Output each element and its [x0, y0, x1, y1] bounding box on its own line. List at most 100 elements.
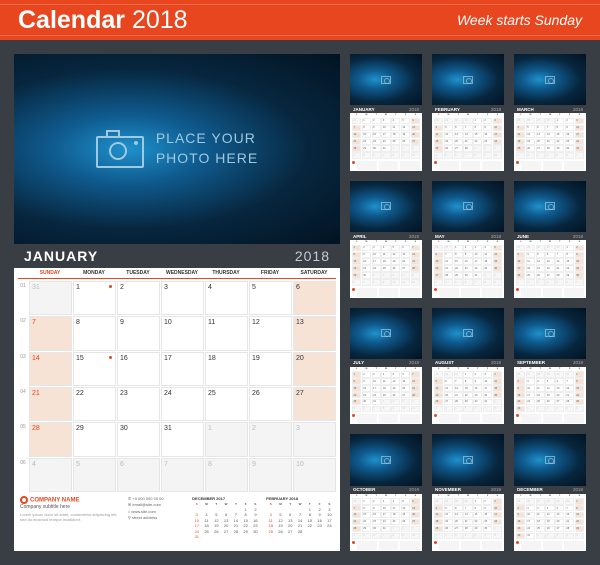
thumb-may[interactable]: MAY2018 SMTWTFS2930123456789101112131415…	[432, 181, 504, 298]
header-title: Calendar 2018	[18, 6, 188, 35]
calendar-cell[interactable]: 5	[73, 458, 116, 492]
calendar-cell[interactable]: 19	[249, 352, 292, 386]
thumb-photo	[432, 308, 504, 359]
calendar-cell[interactable]: 15	[73, 352, 116, 386]
calendar-cell[interactable]: 16	[117, 352, 160, 386]
calendar-cell[interactable]: 17	[161, 352, 204, 386]
mini-cell: 29	[241, 529, 250, 534]
mini-cell: 27	[221, 529, 230, 534]
thumb-title-bar: DECEMBER2018	[514, 486, 586, 494]
title-year: 2018	[132, 6, 188, 34]
thumb-footer	[350, 160, 422, 171]
day-header-cell: FRIDAY	[248, 270, 292, 276]
mini-cell: 9	[251, 512, 260, 517]
calendar-cell[interactable]: 10	[161, 316, 204, 350]
mini-cell: 5	[212, 512, 221, 517]
thumb-month-name: JANUARY	[353, 107, 375, 112]
calendar-cell[interactable]: 9	[249, 458, 292, 492]
calendar-cell[interactable]: 24	[161, 387, 204, 421]
calendar-cell[interactable]: 9	[117, 316, 160, 350]
thumb-july[interactable]: JULY2018 SMTWTFS123456789101112131415161…	[350, 308, 422, 425]
mini-cell: 17	[325, 518, 334, 523]
mini-cell	[295, 507, 304, 512]
thumb-june[interactable]: JUNE2018 SMTWTFS272829303112345678910111…	[514, 181, 586, 298]
calendar-cell[interactable]: 5	[249, 281, 292, 315]
calendar-cell[interactable]: 1	[73, 281, 116, 315]
thumb-november[interactable]: NOVEMBER2018 SMTWTFS28293031123456789101…	[432, 434, 504, 551]
photo-placeholder[interactable]: PLACE YOUR PHOTO HERE	[14, 54, 340, 244]
calendar-cell[interactable]: 18	[205, 352, 248, 386]
thumb-october[interactable]: OCTOBER2018 SMTWTFS301234567891011121314…	[350, 434, 422, 551]
company-logo-icon	[352, 161, 355, 164]
thumb-month-name: DECEMBER	[517, 487, 543, 492]
calendar-cell[interactable]: 10	[293, 458, 336, 492]
thumb-year: 2018	[573, 360, 583, 365]
mini-cell: 20	[286, 523, 295, 528]
calendar-cell[interactable]: 3	[293, 422, 336, 456]
calendar-cell[interactable]: 11	[205, 316, 248, 350]
calendar-cell[interactable]: 30	[117, 422, 160, 456]
thumb-year: 2018	[491, 360, 501, 365]
thumb-february[interactable]: FEBRUARY2018 SMTWTFS28293031123456789101…	[432, 54, 504, 171]
mini-cell: 14	[295, 518, 304, 523]
thumb-photo	[432, 54, 504, 105]
thumb-april[interactable]: APRIL2018 SMTWTFS12345678910111213141516…	[350, 181, 422, 298]
title-text: Calendar	[18, 6, 125, 34]
day-header-row: SUNDAYMONDAYTUESDAYWEDNESDAYTHURSDAYFRID…	[14, 268, 340, 278]
calendar-cell[interactable]: 6	[117, 458, 160, 492]
day-header-cell: WEDNESDAY	[160, 270, 204, 276]
calendar-cell[interactable]: 31	[29, 281, 72, 315]
camera-icon	[96, 130, 144, 168]
calendar-cell[interactable]: 8	[205, 458, 248, 492]
calendar-cell[interactable]: 4	[29, 458, 72, 492]
calendar-cell[interactable]: 12	[249, 316, 292, 350]
company-logo-icon	[352, 414, 355, 417]
calendar-cell[interactable]: 29	[73, 422, 116, 456]
calendar-cell[interactable]: 27	[293, 387, 336, 421]
mini-cell: 28	[231, 529, 240, 534]
calendar-cell[interactable]: 28	[29, 422, 72, 456]
calendar-cell[interactable]: 20	[293, 352, 336, 386]
calendar-cell[interactable]: 23	[117, 387, 160, 421]
thumb-march[interactable]: MARCH2018 SMTWTFS25262728123456789101112…	[514, 54, 586, 171]
thumb-title-bar: JULY2018	[350, 359, 422, 367]
mini-cell: 11	[266, 518, 275, 523]
calendar-cell[interactable]: 2	[117, 281, 160, 315]
calendar-cell[interactable]: 8	[73, 316, 116, 350]
thumb-year: 2018	[573, 234, 583, 239]
day-header-cell: THURSDAY	[204, 270, 248, 276]
mini-cell	[202, 507, 211, 512]
thumb-footer	[432, 287, 504, 298]
calendar-cell[interactable]: 6	[293, 281, 336, 315]
company-logo-icon	[352, 288, 355, 291]
calendar-cell[interactable]: 3	[161, 281, 204, 315]
thumb-footer	[432, 413, 504, 424]
thumb-grid: SMTWTFS282930311234567891011121314151617…	[432, 494, 504, 540]
calendar-cell[interactable]: 2	[249, 422, 292, 456]
thumb-year: 2018	[491, 107, 501, 112]
camera-icon	[381, 329, 391, 337]
month-title-bar: JANUARY 2018	[14, 244, 340, 268]
mini-cell	[266, 507, 275, 512]
thumb-january[interactable]: JANUARY2018 SMTWTFS311234567891011121314…	[350, 54, 422, 171]
thumb-december[interactable]: DECEMBER2018 SMTWTFS25262728293012345678…	[514, 434, 586, 551]
calendar-cell[interactable]: 1	[205, 422, 248, 456]
calendar-cell[interactable]: 4	[205, 281, 248, 315]
thumb-september[interactable]: SEPTEMBER2018 SMTWTFS2627282930311234567…	[514, 308, 586, 425]
calendar-cell[interactable]: 7	[29, 316, 72, 350]
mini-cell	[325, 529, 334, 534]
calendar-cell[interactable]: 25	[205, 387, 248, 421]
calendar-cell[interactable]: 26	[249, 387, 292, 421]
calendar-cell[interactable]: 13	[293, 316, 336, 350]
thumb-year: 2018	[409, 107, 419, 112]
calendar-cell[interactable]: 21	[29, 387, 72, 421]
thumb-august[interactable]: AUGUST2018 SMTWTFS2930311234567891011121…	[432, 308, 504, 425]
thumb-year: 2018	[491, 487, 501, 492]
calendar-cell[interactable]: 22	[73, 387, 116, 421]
calendar-cell[interactable]: 14	[29, 352, 72, 386]
day-header-cell: SATURDAY	[292, 270, 336, 276]
calendar-cell[interactable]: 7	[161, 458, 204, 492]
calendar-cell[interactable]: 31	[161, 422, 204, 456]
mini-cell	[305, 529, 314, 534]
mini-cell: 8	[305, 512, 314, 517]
